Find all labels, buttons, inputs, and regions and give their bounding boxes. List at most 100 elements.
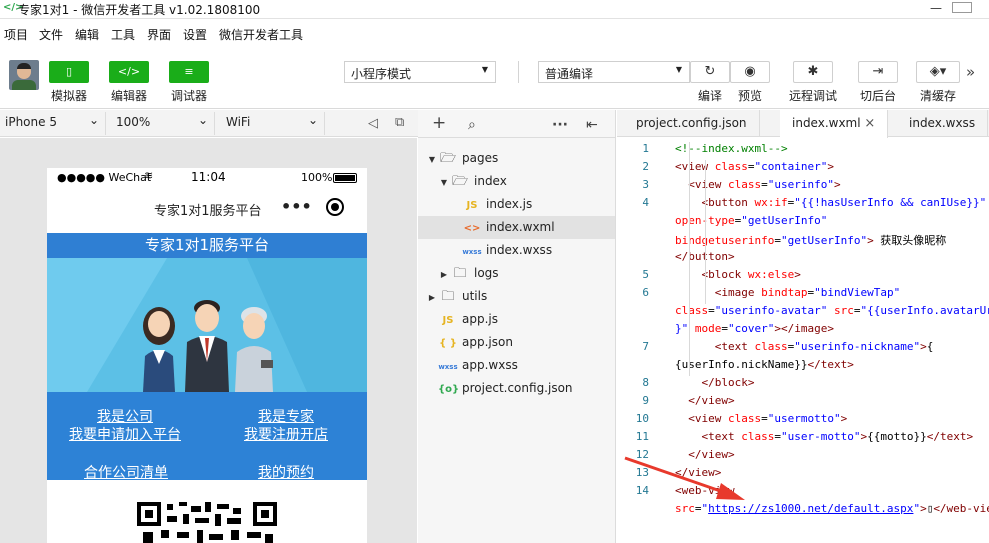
code-token: > <box>827 160 834 173</box>
caret-right-icon[interactable]: ▶ <box>426 286 438 309</box>
link-panel: 我是公司 我要申请加入平台 我是专家 我要注册开店 合作公司清单 我的预约 <box>47 392 367 482</box>
menu-wechat-devtools[interactable]: 微信开发者工具 <box>219 26 303 43</box>
device-select[interactable]: iPhone 5 ⌄ <box>0 112 106 135</box>
file-tree-item[interactable]: ▶ 🗀 logs <box>418 262 615 285</box>
file-tree-item[interactable]: {o} project.config.json <box>418 377 615 400</box>
file-tree-item[interactable]: JS index.js <box>418 193 615 216</box>
code-token: </text> <box>926 430 974 443</box>
caret-down-icon[interactable]: ▼ <box>438 171 450 194</box>
line-number: 3 <box>642 178 649 191</box>
caret-right-icon[interactable]: ▶ <box>438 263 450 286</box>
code-token: = <box>708 304 715 317</box>
menu-edit[interactable]: 编辑 <box>75 26 99 43</box>
chevron-down-icon: ⌄ <box>307 113 318 127</box>
code-token: class <box>728 178 762 191</box>
file-tree-item[interactable]: ▶ 🗀 utils <box>418 285 615 308</box>
background-button[interactable]: ⇥ <box>858 61 898 83</box>
chevron-down-icon: ⌄ <box>88 113 99 127</box>
dropdown-arrow-icon: ▼ <box>481 65 488 74</box>
nav-title: 专家1对1服务平台 <box>154 204 262 219</box>
tab-index-wxml[interactable]: index.wxml × <box>780 110 889 138</box>
tab-index-wxss[interactable]: index.wxss <box>897 110 989 137</box>
file-tree-item[interactable]: JS app.js <box>418 308 615 331</box>
close-icon[interactable]: × <box>864 116 875 131</box>
compile-button[interactable]: ↻ <box>690 61 730 83</box>
more-icon[interactable]: » <box>966 63 975 81</box>
code-token: <!--index.wxml--> <box>675 142 788 155</box>
file-tree-item[interactable]: <> index.wxml <box>418 216 615 239</box>
menu-file[interactable]: 文件 <box>39 26 63 43</box>
popout-icon[interactable]: ⧉ <box>395 115 404 130</box>
zoom-select[interactable]: 100% ⌄ <box>111 112 215 135</box>
code-line: </view> <box>675 394 735 407</box>
code-token: = <box>721 322 728 335</box>
code-token: </view> <box>688 394 735 407</box>
menu-interface[interactable]: 界面 <box>147 26 171 43</box>
wifi-icon: ≋ <box>144 169 154 182</box>
debugger-label: 调试器 <box>170 89 207 103</box>
link-expert-open[interactable]: 我要注册开店 <box>244 424 328 444</box>
link-expert[interactable]: 我是专家 <box>258 406 314 426</box>
link-company[interactable]: 我是公司 <box>97 406 153 426</box>
line-number: 6 <box>642 286 649 299</box>
add-file-icon[interactable]: + <box>432 113 446 133</box>
avatar[interactable] <box>9 60 39 90</box>
file-tree-item[interactable]: ▼ 🗁 index <box>418 170 615 193</box>
code-token: > <box>920 340 927 353</box>
maximize-button[interactable] <box>952 2 972 13</box>
menu-settings[interactable]: 设置 <box>183 26 207 43</box>
code-token: <text <box>714 340 755 353</box>
code-token: "bindViewTap" <box>814 286 901 299</box>
debugger-toggle[interactable]: ≡ <box>169 61 209 83</box>
volume-icon[interactable]: ◁ <box>368 116 378 131</box>
menu-project[interactable]: 项目 <box>4 26 28 43</box>
search-icon[interactable]: ⌕ <box>468 117 476 133</box>
code-token: </text> <box>807 358 854 371</box>
code-token: bindtap <box>761 286 808 299</box>
file-tree-item[interactable]: ▼ 🗁 pages <box>418 147 615 170</box>
minimize-button[interactable]: — <box>924 0 948 19</box>
clear-cache-button[interactable]: ◈▾ <box>916 61 960 83</box>
link-my-booking[interactable]: 我的预约 <box>258 462 314 482</box>
line-number: 11 <box>635 430 649 443</box>
code-token: > <box>794 268 801 281</box>
hero-title: 专家1对1服务平台 <box>47 233 367 258</box>
line-number: 1 <box>642 142 649 155</box>
simulator-toggle[interactable]: ▯ <box>49 61 89 83</box>
code-token: "{{userInfo.avatarUrl} <box>860 304 989 317</box>
wxss-file-icon: wxss <box>462 248 482 256</box>
menu-tools[interactable]: 工具 <box>111 26 135 43</box>
code-token: { <box>926 340 934 353</box>
preview-button[interactable]: ◉ <box>730 61 770 83</box>
capsule-close-icon[interactable] <box>326 198 344 216</box>
file-name: index.js <box>486 197 533 211</box>
code-token: {userInfo.nickName}} <box>675 358 808 371</box>
tab-label: index.wxml <box>792 116 861 130</box>
code-token: }" <box>675 322 689 335</box>
file-tree-item[interactable]: { } app.json <box>418 331 615 354</box>
file-tree-item[interactable]: wxss app.wxss <box>418 354 615 377</box>
remote-debug-button[interactable]: ✱ <box>793 61 833 83</box>
compile-select[interactable]: 普通编译 ▼ <box>538 61 690 83</box>
clear-cache-label: 清缓存 <box>919 89 956 103</box>
editor-toggle[interactable]: </> <box>109 61 149 83</box>
code-line: bindgetuserinfo="getUserInfo"> 获取头像昵称 <box>675 232 946 248</box>
more-options-icon[interactable]: ··· <box>552 117 568 133</box>
remote-debug-label: 远程调试 <box>788 89 837 103</box>
chevron-down-icon: ⌄ <box>197 113 208 127</box>
code-token: <button <box>701 196 755 209</box>
tab-project-config[interactable]: project.config.json <box>624 110 760 137</box>
code-token: "{{!hasUserInfo && canIUse}}" <box>794 196 987 209</box>
link-company-list[interactable]: 合作公司清单 <box>84 462 168 482</box>
code-token: ></image> <box>774 322 834 335</box>
battery-icon <box>333 173 357 183</box>
collapse-panel-icon[interactable]: ⇤ <box>586 117 598 133</box>
file-tree-item[interactable]: wxss index.wxss <box>418 239 615 262</box>
mode-select[interactable]: 小程序模式 ▼ <box>344 61 496 83</box>
link-company-join[interactable]: 我要申请加入平台 <box>69 424 181 444</box>
caret-down-icon[interactable]: ▼ <box>426 148 438 171</box>
network-select[interactable]: WiFi ⌄ <box>221 112 325 135</box>
capsule-menu-icon[interactable]: ••• <box>281 197 312 216</box>
